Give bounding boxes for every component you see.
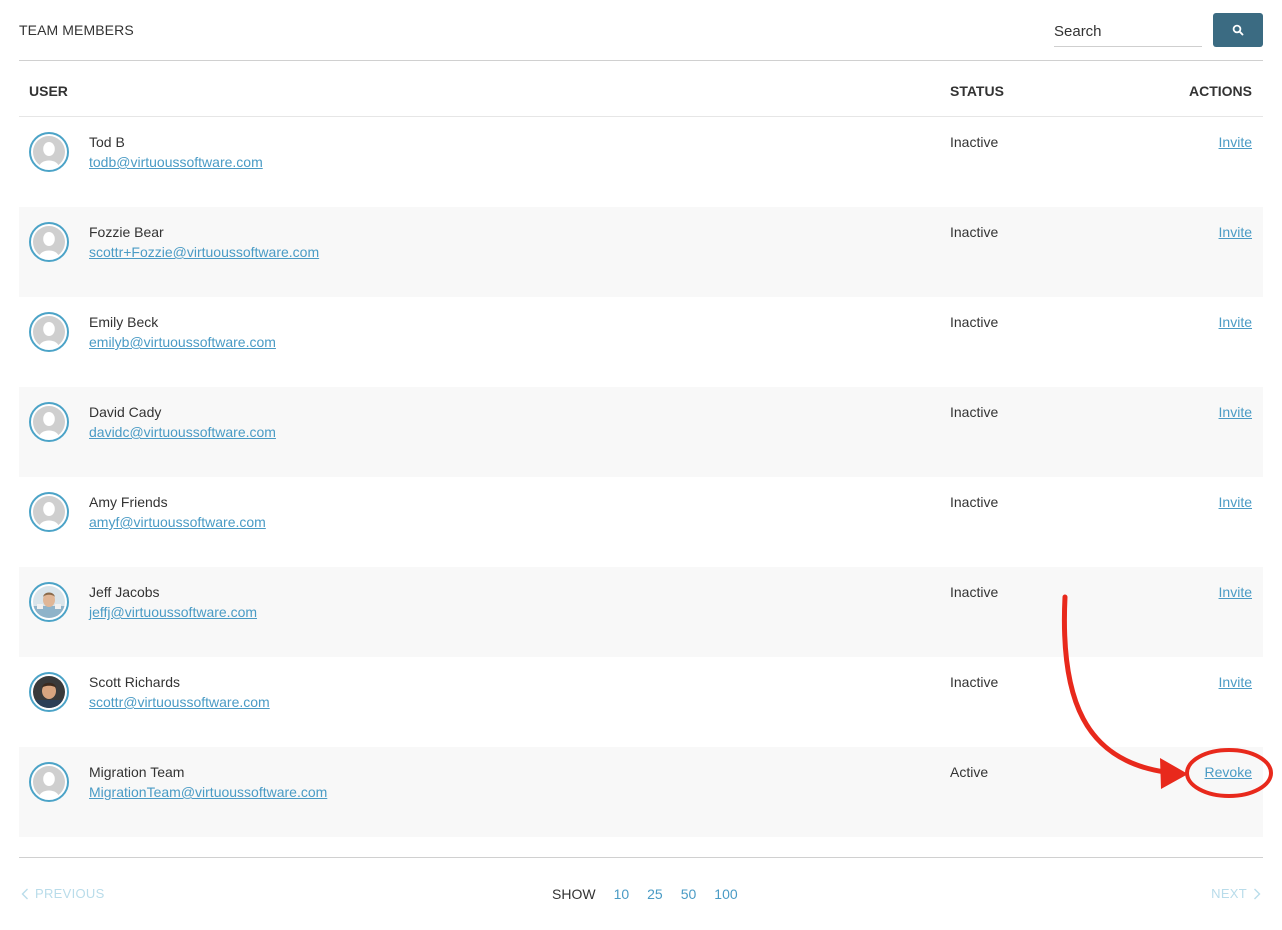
default-avatar-icon <box>33 316 65 348</box>
next-button[interactable]: NEXT <box>1211 886 1261 901</box>
avatar <box>29 582 69 622</box>
column-header-status[interactable]: STATUS <box>950 83 1004 99</box>
page-size-selector: SHOW 10 25 50 100 <box>552 886 738 902</box>
invite-link[interactable]: Invite <box>1219 224 1252 240</box>
user-name: Jeff Jacobs <box>89 584 160 600</box>
user-email-link[interactable]: amyf@virtuoussoftware.com <box>89 514 266 530</box>
user-name: David Cady <box>89 404 162 420</box>
invite-link[interactable]: Invite <box>1219 674 1252 690</box>
user-name: Emily Beck <box>89 314 159 330</box>
user-email-link[interactable]: todb@virtuoussoftware.com <box>89 154 263 170</box>
photo-avatar <box>33 676 65 708</box>
table-row: Scott Richards scottr@virtuoussoftware.c… <box>19 657 1263 747</box>
user-email-link[interactable]: scottr@virtuoussoftware.com <box>89 694 270 710</box>
invite-link[interactable]: Invite <box>1219 584 1252 600</box>
user-email-link[interactable]: MigrationTeam@virtuoussoftware.com <box>89 784 327 800</box>
page-size-10[interactable]: 10 <box>614 886 630 902</box>
table-row: Tod B todb@virtuoussoftware.com Inactive… <box>19 117 1263 207</box>
status-text: Inactive <box>950 674 999 690</box>
user-email-link[interactable]: davidc@virtuoussoftware.com <box>89 424 276 440</box>
status-text: Inactive <box>950 404 999 420</box>
search-icon <box>1232 24 1244 36</box>
search-button[interactable] <box>1213 13 1263 47</box>
previous-button[interactable]: PREVIOUS <box>21 886 105 901</box>
avatar <box>29 222 69 262</box>
default-avatar-icon <box>33 136 65 168</box>
default-avatar-icon <box>33 766 65 798</box>
column-header-user[interactable]: USER <box>29 83 68 99</box>
avatar <box>29 402 69 442</box>
default-avatar-icon <box>33 226 65 258</box>
table-row: Amy Friends amyf@virtuoussoftware.com In… <box>19 477 1263 567</box>
user-name: Amy Friends <box>89 494 168 510</box>
previous-label: PREVIOUS <box>35 886 105 901</box>
user-name: Migration Team <box>89 764 185 780</box>
user-name: Scott Richards <box>89 674 181 690</box>
user-name: Tod B <box>89 134 125 150</box>
table-row: Jeff Jacobs jeffj@virtuoussoftware.com I… <box>19 567 1263 657</box>
search-input[interactable] <box>1054 17 1202 47</box>
show-label: SHOW <box>552 886 596 902</box>
avatar <box>29 312 69 352</box>
invite-link[interactable]: Invite <box>1219 134 1252 150</box>
default-avatar-icon <box>33 406 65 438</box>
column-header-actions: ACTIONS <box>1189 83 1252 99</box>
status-text: Inactive <box>950 224 999 240</box>
invite-link[interactable]: Invite <box>1219 314 1252 330</box>
page-size-100[interactable]: 100 <box>714 886 737 902</box>
user-email-link[interactable]: emilyb@virtuoussoftware.com <box>89 334 276 350</box>
photo-avatar <box>33 586 65 618</box>
status-text: Inactive <box>950 134 999 150</box>
invite-link[interactable]: Invite <box>1219 404 1252 420</box>
avatar <box>29 492 69 532</box>
chevron-right-icon <box>1254 888 1261 899</box>
page-size-50[interactable]: 50 <box>681 886 697 902</box>
revoke-link[interactable]: Revoke <box>1205 764 1252 780</box>
avatar <box>29 672 69 712</box>
status-text: Inactive <box>950 584 999 600</box>
table-row: Migration Team MigrationTeam@virtuoussof… <box>19 747 1263 837</box>
user-email-link[interactable]: jeffj@virtuoussoftware.com <box>89 604 257 620</box>
status-text: Inactive <box>950 314 999 330</box>
table-row: David Cady davidc@virtuoussoftware.com I… <box>19 387 1263 477</box>
table-row: Emily Beck emilyb@virtuoussoftware.com I… <box>19 297 1263 387</box>
team-members-table: USER STATUS ACTIONS Tod B todb@virtuouss… <box>19 61 1263 837</box>
user-email-link[interactable]: scottr+Fozzie@virtuoussoftware.com <box>89 244 319 260</box>
chevron-left-icon <box>21 888 28 899</box>
user-name: Fozzie Bear <box>89 224 164 240</box>
avatar <box>29 132 69 172</box>
avatar <box>29 762 69 802</box>
status-text: Inactive <box>950 494 999 510</box>
table-row: Fozzie Bear scottr+Fozzie@virtuoussoftwa… <box>19 207 1263 297</box>
page-title: TEAM MEMBERS <box>19 22 134 38</box>
status-text: Active <box>950 764 989 780</box>
next-label: NEXT <box>1211 886 1247 901</box>
page-header: TEAM MEMBERS <box>19 0 1263 61</box>
table-header: USER STATUS ACTIONS <box>19 61 1263 117</box>
default-avatar-icon <box>33 496 65 528</box>
invite-link[interactable]: Invite <box>1219 494 1252 510</box>
page-size-25[interactable]: 25 <box>647 886 663 902</box>
pagination: PREVIOUS SHOW 10 25 50 100 NEXT <box>19 857 1263 930</box>
